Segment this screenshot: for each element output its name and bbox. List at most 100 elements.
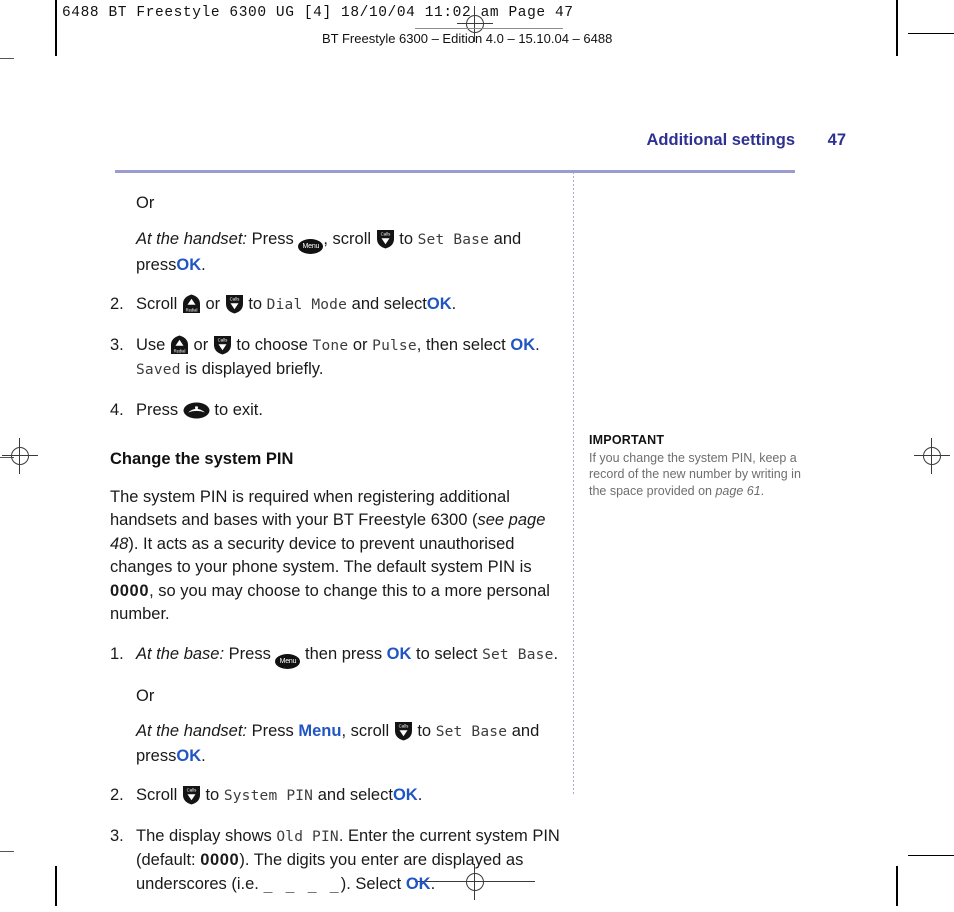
run-in-head-handset: At the handset:: [136, 229, 247, 248]
handset-instruction-1: At the handset: Press Menu, scroll Calls…: [136, 228, 560, 278]
text: to exit.: [214, 400, 263, 419]
print-slug-rule: [415, 28, 563, 29]
menu-softkey-label: Menu: [298, 722, 342, 740]
text: Press: [228, 644, 271, 663]
text: .: [451, 295, 457, 313]
text: .: [535, 335, 540, 354]
default-pin-value: 0000: [200, 851, 240, 869]
step-number: 2.: [110, 295, 124, 313]
print-slug-line: 6488 BT Freestyle 6300 UG [4] 18/10/04 1…: [62, 5, 574, 21]
scroll-down-key-icon: Calls: [213, 335, 232, 355]
svg-text:Calls: Calls: [380, 231, 391, 236]
edition-line: BT Freestyle 6300 – Edition 4.0 – 15.10.…: [322, 31, 613, 46]
or-paragraph-2: Or: [136, 686, 155, 705]
lcd-text: Set Base: [435, 724, 508, 740]
lcd-text: Set Base: [482, 646, 554, 663]
intro-paragraph: The system PIN is required when register…: [110, 486, 560, 627]
scroll-up-key-icon: Redial: [170, 335, 189, 355]
text: ). It acts as a security device to preve…: [110, 534, 532, 577]
crop-mark-left-bottom: [55, 866, 57, 906]
text: , so you may choose to change this to a …: [110, 581, 550, 624]
lcd-text-saved: Saved: [136, 362, 181, 378]
handset-instruction-2: At the handset: Press Menu, scroll Calls…: [136, 720, 560, 768]
text: then press: [305, 644, 383, 663]
text: .: [417, 786, 423, 804]
text: or: [352, 335, 368, 354]
scroll-down-key-icon: Calls: [394, 721, 413, 741]
text: to: [417, 722, 432, 740]
svg-text:Calls: Calls: [398, 723, 409, 728]
text: .: [201, 255, 206, 274]
or-paragraph-1: Or: [136, 194, 155, 212]
text: to: [248, 295, 263, 313]
menu-key-icon: Menu: [275, 653, 301, 669]
lcd-text-pulse: Pulse: [372, 337, 417, 354]
lcd-text: Set Base: [417, 231, 490, 248]
lcd-text: Dial Mode: [266, 297, 348, 313]
default-pin-value: 0000: [110, 581, 150, 600]
run-in-head-base: At the base:: [136, 644, 225, 663]
text: ). Select: [340, 874, 402, 893]
text: or: [193, 335, 209, 354]
text: to choose: [236, 335, 308, 354]
page-number: 47: [827, 131, 846, 149]
scroll-down-key-icon: Calls: [182, 785, 201, 805]
text: .: [430, 874, 436, 893]
text: to select: [416, 644, 478, 663]
scroll-up-key-icon: Redial: [182, 294, 201, 314]
ok-softkey-label: OK: [392, 786, 418, 804]
end-call-key-icon: [183, 402, 210, 419]
step-body: At the base: Press Menu then press OK to…: [136, 643, 560, 669]
cross-reference: page 61: [715, 483, 761, 498]
text: .: [760, 483, 765, 498]
text: Use: [136, 335, 166, 354]
registration-mark-right: [914, 438, 950, 474]
svg-text:Calls: Calls: [217, 337, 228, 342]
sidenote-body: If you change the system PIN, keep a rec…: [589, 450, 801, 500]
svg-text:Redial: Redial: [185, 308, 197, 313]
svg-text:Calls: Calls: [186, 787, 197, 792]
step-number: 3.: [110, 335, 124, 354]
text: Scroll: [136, 295, 178, 313]
ok-softkey-label: OK: [176, 746, 202, 765]
svg-text:Calls: Calls: [229, 296, 240, 301]
text: Press: [251, 722, 294, 740]
text: .: [201, 746, 206, 765]
step-number: 2.: [110, 786, 124, 804]
ok-softkey-label: OK: [405, 874, 431, 893]
step-number: 3.: [110, 826, 124, 845]
column-divider: [573, 172, 574, 796]
text: The system PIN is required when register…: [110, 487, 510, 530]
text: and select: [317, 786, 393, 804]
scroll-down-key-icon: Calls: [376, 229, 395, 249]
step-body: Use Redial or Calls to choose Tone or Pu…: [136, 334, 560, 383]
text: or: [205, 295, 221, 313]
text: If you change the system PIN, keep a rec…: [589, 450, 801, 498]
ok-softkey-label: OK: [386, 644, 412, 663]
run-in-head-handset: At the handset:: [136, 722, 247, 740]
registration-mark-circle: [11, 447, 29, 465]
crop-mark-bottom-right: [908, 855, 954, 856]
lcd-text-old-pin: Old PIN: [276, 828, 339, 845]
text: , then select: [416, 335, 506, 354]
numbered-step: 3. Use Redial or Calls to choose Tone or…: [110, 334, 560, 383]
text: is displayed briefly.: [185, 360, 324, 378]
registration-mark-left: [2, 438, 38, 474]
running-head-title: Additional settings: [646, 131, 796, 149]
crop-mark-right-bottom: [896, 866, 898, 906]
text: to: [205, 786, 220, 804]
crop-mark-left-edge-top: [0, 58, 14, 59]
step-body: Scroll Calls to System PIN and selectOK.: [136, 784, 560, 809]
step-number: 4.: [110, 400, 124, 419]
lcd-text-tone: Tone: [312, 337, 349, 354]
scroll-down-key-icon: Calls: [225, 294, 244, 314]
section-heading: Change the system PIN: [110, 450, 294, 468]
text: .: [553, 644, 559, 663]
text: The display shows: [136, 826, 272, 845]
menu-key-icon: Menu: [298, 238, 324, 254]
text: Press: [251, 229, 294, 248]
step-body: Press to exit.: [136, 399, 560, 423]
sidenote-title: IMPORTANT: [589, 433, 665, 447]
menu-key-label: Menu: [302, 242, 320, 250]
crop-mark-left-top: [55, 0, 57, 56]
